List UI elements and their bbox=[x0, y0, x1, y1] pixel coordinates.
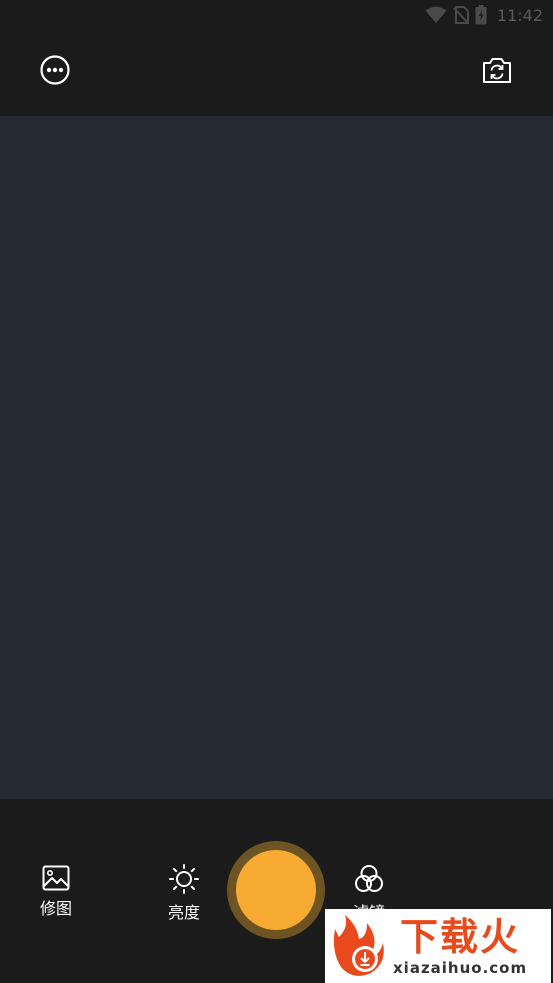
shutter-button[interactable] bbox=[227, 841, 325, 939]
camera-switch-icon bbox=[483, 58, 511, 83]
no-sim-icon bbox=[453, 6, 469, 24]
more-button[interactable] bbox=[35, 50, 75, 90]
filter-icon bbox=[355, 865, 383, 892]
switch-camera-button[interactable] bbox=[477, 50, 517, 90]
watermark-en: xiazaihuo.com bbox=[393, 959, 528, 977]
wifi-icon bbox=[425, 6, 447, 24]
watermark-logo: 下载火 xiazaihuo.com bbox=[325, 909, 551, 983]
status-time: 11:42 bbox=[496, 5, 543, 25]
brightness-button[interactable]: 亮度 bbox=[154, 863, 214, 923]
brightness-label: 亮度 bbox=[167, 903, 200, 922]
flame-logo-icon bbox=[325, 909, 391, 983]
status-bar: 11:42 bbox=[0, 0, 553, 30]
sun-icon bbox=[169, 864, 199, 894]
more-icon bbox=[40, 55, 70, 85]
edit-photo-label: 修图 bbox=[39, 899, 72, 918]
camera-screen: 11:42 修图 亮度 下载火 xiazaihuo.com bbox=[0, 0, 553, 983]
edit-photo-button[interactable]: 修图 bbox=[26, 865, 86, 919]
watermark-text: 下载火 xiazaihuo.com bbox=[393, 915, 527, 977]
camera-preview[interactable] bbox=[0, 116, 553, 799]
image-icon bbox=[42, 865, 70, 891]
top-bar bbox=[0, 30, 553, 116]
watermark-cn: 下载火 bbox=[400, 915, 521, 959]
shutter-core bbox=[236, 850, 316, 930]
battery-icon bbox=[475, 5, 487, 25]
